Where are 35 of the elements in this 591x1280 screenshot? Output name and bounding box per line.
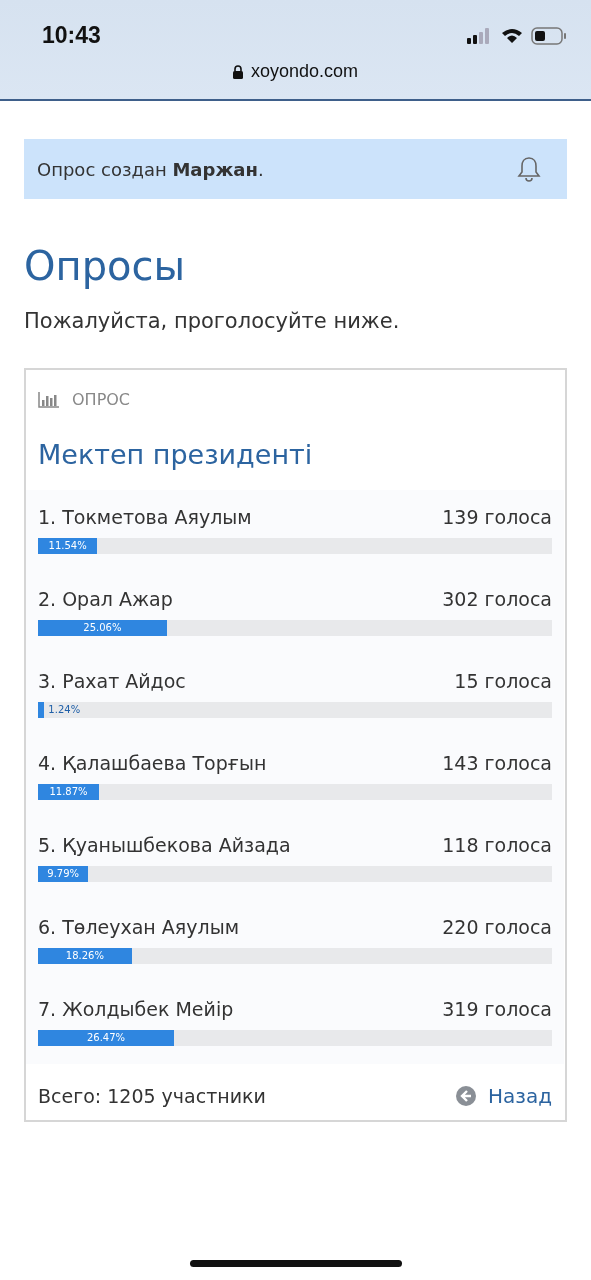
percent-label: 9.79% [47, 867, 80, 881]
percent-label: 11.54% [48, 539, 87, 553]
notice-text: Опрос создан Маржан. [37, 158, 264, 180]
option-name: 3. Рахат Айдос [38, 670, 186, 692]
bar-chart-icon [38, 391, 60, 408]
clock-time: 10:43 [42, 22, 101, 49]
subtitle-text: Пожалуйста, проголосуйте ниже. [24, 309, 401, 333]
url-text[interactable]: xoyondo.com [250, 61, 359, 82]
vote-count: 118 голоса [442, 834, 552, 856]
option-name: 4. Қалашбаева Торғын [38, 752, 267, 774]
vote-count: 139 голоса [442, 506, 552, 528]
vote-count: 302 голоса [442, 588, 552, 610]
vote-count: 15 голоса [454, 670, 552, 692]
poll-title: Мектеп президенті [38, 439, 314, 470]
option-name: 7. Жолдыбек Мейір [38, 998, 234, 1020]
back-link[interactable]: Назад [456, 1084, 552, 1108]
battery-icon [531, 26, 567, 45]
option-name: 6. Төлеухан Аяулым [38, 916, 239, 938]
page-heading: Опросы [24, 243, 187, 289]
wifi-icon [501, 27, 523, 44]
total-text: Всего: 1205 участники [38, 1085, 266, 1107]
vote-count: 143 голоса [442, 752, 552, 774]
percent-label: 1.24% [48, 703, 81, 717]
lock-icon [232, 64, 243, 79]
option-name: 1. Токметова Аяулым [38, 506, 252, 528]
vote-count: 220 голоса [442, 916, 552, 938]
percent-label: 11.87% [49, 785, 88, 799]
bell-icon[interactable] [517, 156, 541, 182]
option-name: 2. Орал Ажар [38, 588, 173, 610]
percent-label: 26.47% [86, 1031, 126, 1045]
option-name: 5. Қуанышбекова Айзада [38, 834, 291, 856]
percent-label: 25.06% [83, 621, 122, 635]
poll-label: ОПРОС [72, 390, 131, 409]
percent-label: 18.26% [65, 949, 104, 963]
vote-count: 319 голоса [442, 998, 552, 1020]
